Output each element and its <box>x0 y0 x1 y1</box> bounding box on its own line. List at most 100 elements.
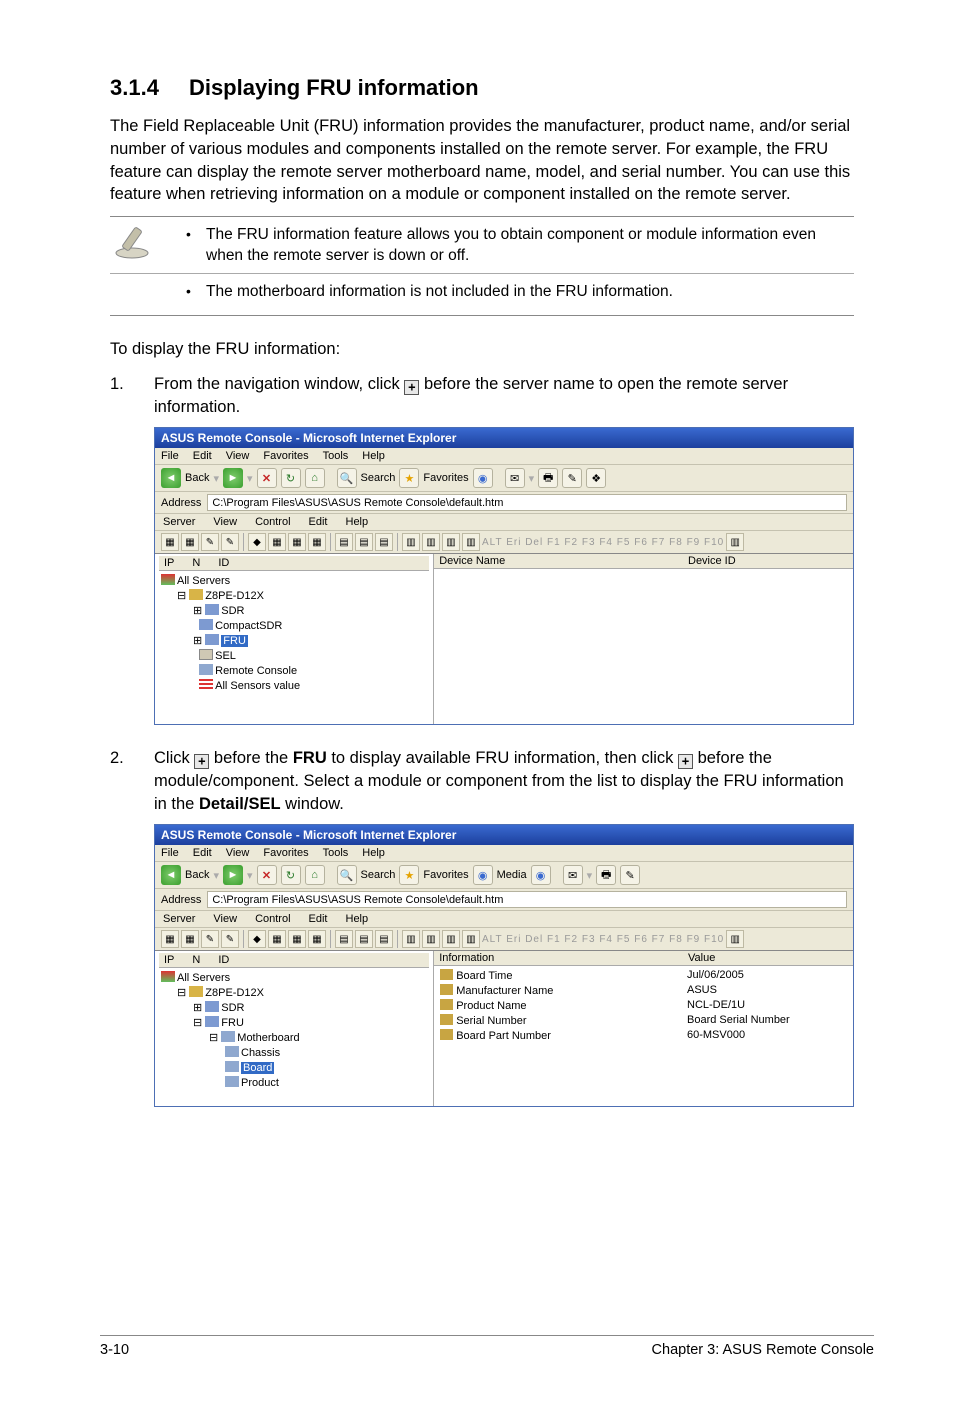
detail-row[interactable]: Manufacturer NameASUS <box>438 983 849 998</box>
app-menu-edit[interactable]: Edit <box>309 516 328 528</box>
app-menu-server[interactable]: Server <box>163 913 195 925</box>
tool-icon[interactable]: ▤ <box>375 930 393 948</box>
tool-icon[interactable]: ✎ <box>221 533 239 551</box>
menu-help[interactable]: Help <box>362 450 385 462</box>
tool-icon[interactable]: ✎ <box>201 930 219 948</box>
print-icon[interactable]: 🖶 <box>538 468 558 488</box>
history-icon[interactable]: ◉ <box>473 468 493 488</box>
menu-tools[interactable]: Tools <box>323 450 349 462</box>
tool-icon[interactable]: ✎ <box>201 533 219 551</box>
tool-icon[interactable]: ▦ <box>268 930 286 948</box>
detail-row[interactable]: Product NameNCL-DE/1U <box>438 998 849 1013</box>
favorites-icon[interactable]: ★ <box>399 468 419 488</box>
tree-all-sensors[interactable]: All Sensors value <box>193 678 429 693</box>
app-menu-server[interactable]: Server <box>163 516 195 528</box>
mail-icon[interactable]: ✉ <box>563 865 583 885</box>
app-menu-edit[interactable]: Edit <box>309 913 328 925</box>
tree-server-node[interactable]: ⊟ Z8PE-D12X <box>177 985 429 1000</box>
tool-icon[interactable]: ▦ <box>181 533 199 551</box>
stop-button-icon[interactable]: ✕ <box>257 865 277 885</box>
tool-icon[interactable]: ◆ <box>248 930 266 948</box>
app-menu-control[interactable]: Control <box>255 913 290 925</box>
tree-remote-console[interactable]: Remote Console <box>193 663 429 678</box>
app-menu-control[interactable]: Control <box>255 516 290 528</box>
menu-edit[interactable]: Edit <box>193 847 212 859</box>
address-input[interactable] <box>207 891 847 908</box>
tool-icon[interactable]: ▦ <box>268 533 286 551</box>
tool-icon[interactable]: ▤ <box>375 533 393 551</box>
tool-icon[interactable]: ▥ <box>442 533 460 551</box>
tool-icon[interactable]: ▥ <box>422 533 440 551</box>
tree-sdr[interactable]: ⊞ SDR <box>193 1000 429 1015</box>
forward-button-icon[interactable]: ► <box>223 468 243 488</box>
detail-row[interactable]: Serial NumberBoard Serial Number <box>438 1013 849 1028</box>
menu-tools[interactable]: Tools <box>323 847 349 859</box>
app-menu-help[interactable]: Help <box>346 516 369 528</box>
stop-button-icon[interactable]: ✕ <box>257 468 277 488</box>
print-icon[interactable]: 🖶 <box>596 865 616 885</box>
menu-favorites[interactable]: Favorites <box>263 847 308 859</box>
tool-icon[interactable]: ▥ <box>462 533 480 551</box>
menu-help[interactable]: Help <box>362 847 385 859</box>
tool-icon[interactable]: ▥ <box>402 533 420 551</box>
edit-icon[interactable]: ✎ <box>562 468 582 488</box>
back-button-label[interactable]: Back <box>185 472 209 484</box>
favorites-label[interactable]: Favorites <box>423 869 468 881</box>
menu-view[interactable]: View <box>226 847 250 859</box>
tree-server-node[interactable]: ⊟ Z8PE-D12X <box>177 588 429 603</box>
tree-compactsdr[interactable]: CompactSDR <box>193 618 429 633</box>
tree-motherboard[interactable]: ⊟ Motherboard <box>209 1030 429 1045</box>
menu-favorites[interactable]: Favorites <box>263 450 308 462</box>
detail-row[interactable]: Board Part Number60-MSV000 <box>438 1028 849 1043</box>
search-label[interactable]: Search <box>361 472 396 484</box>
favorites-icon[interactable]: ★ <box>399 865 419 885</box>
tree-all-servers[interactable]: All Servers <box>161 970 429 985</box>
menu-file[interactable]: File <box>161 450 179 462</box>
tree-all-servers[interactable]: All Servers <box>161 573 429 588</box>
discuss-icon[interactable]: ❖ <box>586 468 606 488</box>
back-button-icon[interactable]: ◄ <box>161 865 181 885</box>
tree-board[interactable]: Board <box>225 1060 429 1075</box>
tool-icon[interactable]: ▦ <box>288 533 306 551</box>
home-button-icon[interactable]: ⌂ <box>305 468 325 488</box>
tree-sdr[interactable]: ⊞ SDR <box>193 603 429 618</box>
tree-fru[interactable]: ⊟ FRU <box>193 1015 429 1030</box>
tool-icon[interactable]: ▦ <box>161 930 179 948</box>
tree-fru[interactable]: ⊞ FRU <box>193 633 429 648</box>
tool-icon[interactable]: ◆ <box>248 533 266 551</box>
menu-view[interactable]: View <box>226 450 250 462</box>
tool-icon[interactable]: ▦ <box>288 930 306 948</box>
tool-icon[interactable]: ▤ <box>335 930 353 948</box>
media-label[interactable]: Media <box>497 869 527 881</box>
tool-icon[interactable]: ▦ <box>181 930 199 948</box>
search-icon[interactable]: 🔍 <box>337 865 357 885</box>
tool-icon[interactable]: ▥ <box>462 930 480 948</box>
edit-icon[interactable]: ✎ <box>620 865 640 885</box>
tool-icon[interactable]: ▦ <box>161 533 179 551</box>
mail-icon[interactable]: ✉ <box>505 468 525 488</box>
tool-icon[interactable]: ▦ <box>308 930 326 948</box>
app-menu-view[interactable]: View <box>213 516 237 528</box>
history-icon[interactable]: ◉ <box>531 865 551 885</box>
home-button-icon[interactable]: ⌂ <box>305 865 325 885</box>
search-label[interactable]: Search <box>361 869 396 881</box>
favorites-label[interactable]: Favorites <box>423 472 468 484</box>
menu-edit[interactable]: Edit <box>193 450 212 462</box>
back-button-label[interactable]: Back <box>185 869 209 881</box>
refresh-button-icon[interactable]: ↻ <box>281 468 301 488</box>
forward-button-icon[interactable]: ► <box>223 865 243 885</box>
tool-icon[interactable]: ▥ <box>726 930 744 948</box>
app-menu-help[interactable]: Help <box>346 913 369 925</box>
media-icon[interactable]: ◉ <box>473 865 493 885</box>
tool-icon[interactable]: ▤ <box>335 533 353 551</box>
detail-row[interactable]: Board TimeJul/06/2005 <box>438 968 849 983</box>
tool-icon[interactable]: ▥ <box>402 930 420 948</box>
back-button-icon[interactable]: ◄ <box>161 468 181 488</box>
tool-icon[interactable]: ▥ <box>442 930 460 948</box>
tree-product[interactable]: Product <box>225 1075 429 1090</box>
tool-icon[interactable]: ▥ <box>422 930 440 948</box>
app-menu-view[interactable]: View <box>213 913 237 925</box>
tool-icon[interactable]: ▦ <box>308 533 326 551</box>
refresh-button-icon[interactable]: ↻ <box>281 865 301 885</box>
tool-icon[interactable]: ▤ <box>355 533 373 551</box>
